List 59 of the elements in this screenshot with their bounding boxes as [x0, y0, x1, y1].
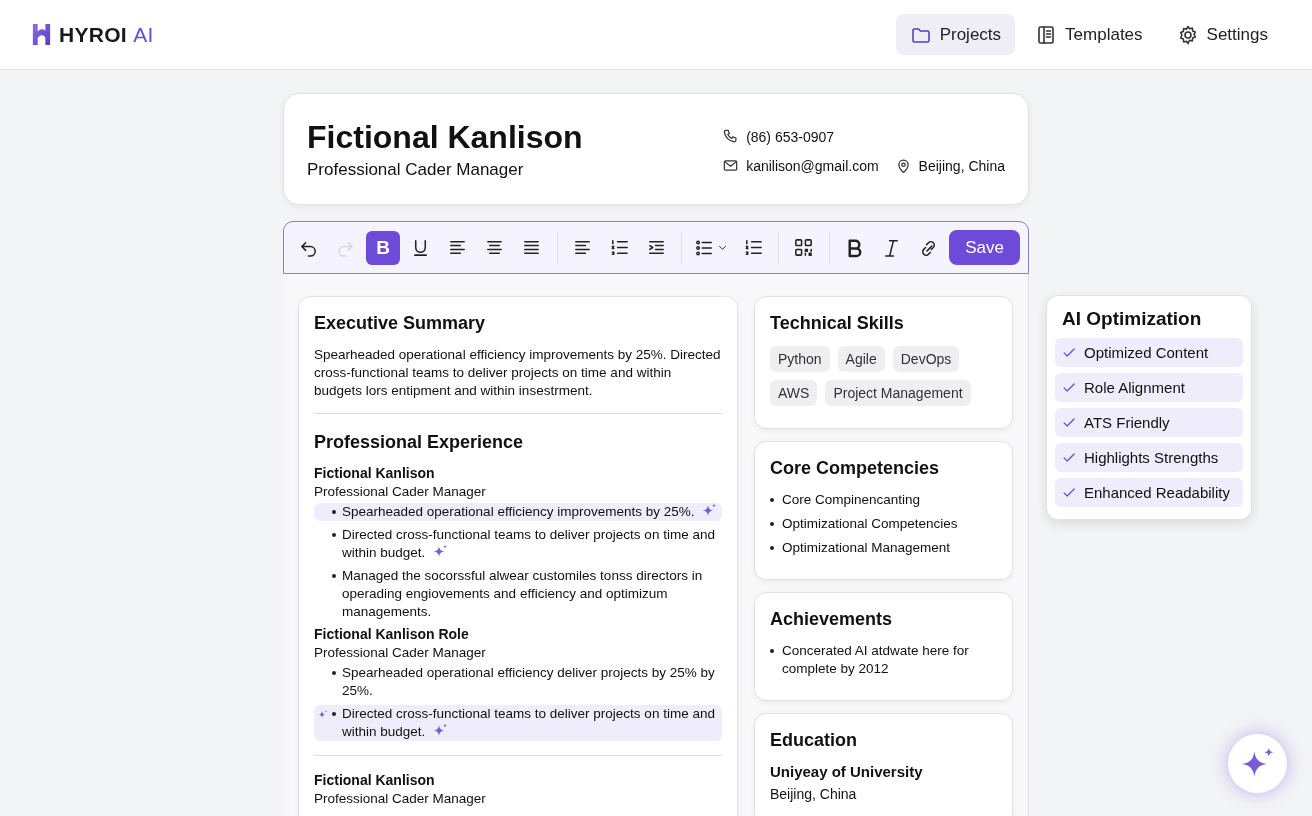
bullet-icon: [770, 546, 774, 550]
employer-name: Fictional Kanlison: [314, 465, 436, 481]
school-name: Uniyeay of University: [770, 763, 924, 780]
ai-assistant-button[interactable]: [1228, 734, 1287, 793]
job-title: Professional Cader Manager: [307, 159, 525, 180]
list-item-text: Optimizational Competencies: [782, 515, 958, 533]
list-item-text: Core Compinencanting: [782, 491, 921, 509]
skill-tag: Agile: [837, 346, 885, 372]
bullet-text: Spearheaded operational efficiency improvements by 25%.: [342, 503, 718, 521]
list-item-text: Optimizational Management: [782, 539, 951, 557]
phone-icon: [722, 128, 740, 145]
section-heading: Executive Summary: [314, 313, 487, 334]
section-heading: Education: [770, 730, 858, 751]
save-button[interactable]: Save: [949, 230, 1020, 265]
section-heading: Technical Skills: [770, 313, 905, 334]
section-heading: Achievements: [770, 609, 894, 630]
bullet-icon: [332, 510, 336, 514]
bullet-icon: [770, 649, 774, 653]
bullet-icon: [770, 522, 774, 526]
checklist-item: Enhanced Readability: [1055, 478, 1243, 507]
role-text: Professional Cader Manager: [314, 645, 487, 660]
section-heading: Professional Experience: [314, 432, 525, 453]
employer-name: Fictional Kanlison: [314, 755, 722, 788]
bullet-text: Directed cross-functional teams to deliver projects on time and within budget.: [342, 526, 716, 562]
bullet-icon: [332, 712, 336, 716]
checklist-item: ATS Friendly: [1055, 408, 1243, 437]
panel-title: AI Optimization: [1062, 308, 1203, 330]
nav-tab[interactable]: Templates: [1021, 14, 1157, 55]
skill-tag: Python: [770, 346, 830, 372]
bullet-text: Directed cross-functional teams to deliver projects on time and within budget.: [342, 705, 716, 741]
bold-button[interactable]: B: [366, 230, 400, 265]
candidate-name: Fictional Kanlison: [307, 118, 583, 156]
section-heading: Core Competencies: [770, 458, 941, 479]
nav-tab[interactable]: Projects: [895, 14, 1016, 55]
logo-text: HYROI AI: [59, 22, 154, 47]
bullet-icon: [332, 533, 336, 537]
checklist-item: Optimized Content: [1055, 338, 1243, 367]
checklist-item: Highlights Strengths: [1055, 443, 1243, 472]
bullet-text: Managed the socorssful alwear customiles tonss directors in operading engiovements and efficiency and optimizum managements.: [342, 567, 704, 621]
phone-number: (86) 653-0907: [746, 128, 835, 145]
list-item-text: Concerated AI atdwate here for complete by 2012: [782, 642, 970, 678]
location-text: Beijing, China: [918, 157, 1005, 174]
email-address: kanilison@gmail.com: [746, 157, 879, 174]
bullet-text: Spearheaded operational efficiency deliver projects by 25% by 25%.: [342, 664, 716, 700]
skill-tag: AWS: [770, 380, 818, 406]
skill-tag: Project Management: [825, 380, 971, 406]
summary-text: Spearheaded operational efficiency improvements by 25%. Directed cross-functional teams to deliver projects on time and within budgets lors entipment and within insestrment.: [314, 346, 722, 400]
bullet-icon: [770, 498, 774, 502]
role-text: Professional Cader Manager: [314, 484, 487, 499]
employer-name: Fictional Kanlison Role: [314, 626, 470, 642]
location-text: Beijing, China: [770, 786, 858, 802]
mail-icon: [722, 157, 740, 174]
checklist-item: Role Alignment: [1055, 373, 1243, 402]
role-text: Professional Cader Manager: [314, 791, 487, 806]
skill-tag: DevOps: [892, 346, 960, 372]
bullet-icon: [332, 671, 336, 675]
logo-icon: [30, 22, 53, 47]
nav-tab[interactable]: Settings: [1162, 14, 1282, 55]
bullet-icon: [332, 574, 336, 578]
